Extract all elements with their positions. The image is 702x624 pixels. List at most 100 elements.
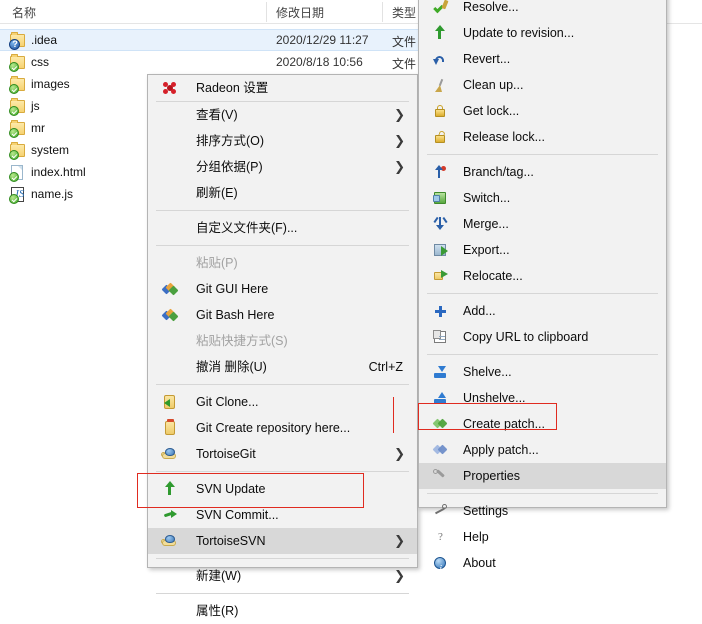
menu-item-git-clone[interactable]: Git Clone... xyxy=(148,389,417,415)
menu-item-label: Get lock... xyxy=(463,104,520,118)
menu-item-create-patch[interactable]: Create patch... xyxy=(419,411,666,437)
menu-item-release-lock[interactable]: Release lock... xyxy=(419,124,666,150)
html-file-icon xyxy=(9,165,26,182)
file-name: name.js xyxy=(31,187,74,201)
column-divider[interactable] xyxy=(266,2,267,22)
menu-item-label: Git Create repository here... xyxy=(196,421,351,435)
menu-item-label: TortoiseGit xyxy=(196,447,256,461)
menu-divider xyxy=(156,471,409,472)
table-row[interactable]: .idea 2020/12/29 11:27 文件 xyxy=(0,29,420,51)
menu-item-shelve[interactable]: Shelve... xyxy=(419,359,666,385)
folder-checked-icon xyxy=(9,76,26,94)
menu-item-clean-up[interactable]: Clean up... xyxy=(419,72,666,98)
tortoisesvn-submenu: Resolve... Update to revision... Revert.… xyxy=(418,0,667,583)
menu-item-label: Add... xyxy=(463,304,496,318)
git-repo-icon xyxy=(162,419,178,436)
menu-item-branch-tag[interactable]: Branch/tag... xyxy=(419,159,666,185)
radeon-icon xyxy=(162,80,178,96)
menu-item-git-create-repository[interactable]: Git Create repository here... xyxy=(148,415,417,441)
menu-item-undo-delete[interactable]: 撤消 删除(U) Ctrl+Z xyxy=(148,354,417,380)
menu-item-git-bash-here[interactable]: Git Bash Here xyxy=(148,302,417,328)
revert-icon xyxy=(432,51,448,67)
add-icon xyxy=(432,303,448,319)
column-header-date[interactable]: 修改日期 xyxy=(276,4,324,21)
menu-item-group-by[interactable]: 分组依据(P) ❯ xyxy=(148,154,417,180)
menu-divider xyxy=(427,293,658,294)
menu-item-git-gui-here[interactable]: Git GUI Here xyxy=(148,276,417,302)
menu-item-label: Resolve... xyxy=(463,0,519,14)
switch-icon xyxy=(432,190,448,206)
menu-item-update-to-revision[interactable]: Update to revision... xyxy=(419,20,666,46)
explorer-context-menu: Radeon 设置 查看(V) ❯ 排序方式(O) ❯ 分组依据(P) ❯ 刷新… xyxy=(147,74,418,618)
menu-item-apply-patch[interactable]: Apply patch... xyxy=(419,437,666,463)
menu-item-about[interactable]: About xyxy=(419,550,666,583)
column-header-name[interactable]: 名称 xyxy=(12,4,36,21)
folder-question-icon xyxy=(9,32,26,50)
file-date: 2020/8/18 10:56 xyxy=(276,55,363,69)
about-icon xyxy=(432,555,448,583)
menu-item-add[interactable]: Add... xyxy=(419,298,666,324)
column-divider[interactable] xyxy=(382,2,383,22)
menu-item-properties[interactable]: Properties xyxy=(419,463,666,489)
menu-item-svn-update[interactable]: SVN Update xyxy=(148,476,417,502)
menu-item-label: Export... xyxy=(463,243,510,257)
chevron-right-icon: ❯ xyxy=(394,133,405,148)
menu-divider xyxy=(156,210,409,211)
menu-item-resolve[interactable]: Resolve... xyxy=(419,0,666,20)
menu-item-merge[interactable]: Merge... xyxy=(419,211,666,237)
menu-item-refresh[interactable]: 刷新(E) xyxy=(148,180,417,206)
shelve-icon xyxy=(432,364,448,380)
file-name: mr xyxy=(31,121,45,135)
menu-item-label: Radeon 设置 xyxy=(196,81,269,95)
menu-item-new[interactable]: 新建(W) ❯ xyxy=(148,563,417,589)
menu-item-label: Git GUI Here xyxy=(196,282,269,296)
file-type: 文件 xyxy=(392,57,417,71)
column-header-type[interactable]: 类型 xyxy=(392,4,416,21)
menu-item-unshelve[interactable]: Unshelve... xyxy=(419,385,666,411)
menu-item-radeon-settings[interactable]: Radeon 设置 xyxy=(148,75,417,101)
resolve-icon xyxy=(432,0,448,15)
export-icon xyxy=(432,242,448,258)
menu-item-help[interactable]: ? Help xyxy=(419,524,666,550)
menu-item-label: Properties xyxy=(463,469,520,483)
menu-item-label: About xyxy=(463,556,496,570)
properties-icon xyxy=(432,468,448,484)
menu-item-customize-folder[interactable]: 自定义文件夹(F)... xyxy=(148,215,417,241)
file-name: images xyxy=(31,77,70,91)
menu-item-view[interactable]: 查看(V) ❯ xyxy=(148,102,417,128)
menu-item-get-lock[interactable]: Get lock... xyxy=(419,98,666,124)
menu-item-label: Relocate... xyxy=(463,269,523,283)
file-name: .idea xyxy=(31,33,58,47)
menu-item-label: 排序方式(O) xyxy=(196,134,265,148)
tortoise-icon xyxy=(161,446,178,462)
menu-item-tortoisegit[interactable]: TortoiseGit ❯ xyxy=(148,441,417,467)
menu-item-relocate[interactable]: Relocate... xyxy=(419,263,666,289)
menu-item-revert[interactable]: Revert... xyxy=(419,46,666,72)
menu-divider xyxy=(427,493,658,494)
help-icon: ? xyxy=(438,531,443,543)
menu-item-label: Update to revision... xyxy=(463,26,575,40)
menu-item-properties-cn[interactable]: 属性(R) xyxy=(148,598,417,624)
menu-item-svn-commit[interactable]: SVN Commit... xyxy=(148,502,417,528)
file-date: 2020/12/29 11:27 xyxy=(276,33,369,47)
menu-item-label: 粘贴快捷方式(S) xyxy=(196,334,288,348)
file-name: js xyxy=(31,99,40,113)
menu-item-copy-url-to-clipboard[interactable]: Copy URL to clipboard xyxy=(419,324,666,350)
file-name: css xyxy=(31,55,49,69)
menu-item-accelerator: Ctrl+Z xyxy=(368,360,403,374)
menu-item-settings[interactable]: Settings xyxy=(419,498,666,524)
menu-item-label: 分组依据(P) xyxy=(196,160,263,174)
chevron-right-icon: ❯ xyxy=(394,446,405,461)
file-type: 文件 xyxy=(392,35,417,49)
menu-item-label: Copy URL to clipboard xyxy=(463,330,589,344)
file-name: index.html xyxy=(31,165,86,179)
menu-item-export[interactable]: Export... xyxy=(419,237,666,263)
menu-item-label: Git Bash Here xyxy=(196,308,275,322)
merge-icon xyxy=(432,216,448,232)
table-row[interactable]: css 2020/8/18 10:56 文件 xyxy=(0,52,420,74)
menu-item-label: Release lock... xyxy=(463,130,545,144)
lock-closed-icon xyxy=(432,103,448,119)
menu-item-switch[interactable]: Switch... xyxy=(419,185,666,211)
menu-item-sort-by[interactable]: 排序方式(O) ❯ xyxy=(148,128,417,154)
menu-item-tortoisesvn[interactable]: TortoiseSVN ❯ xyxy=(148,528,417,554)
